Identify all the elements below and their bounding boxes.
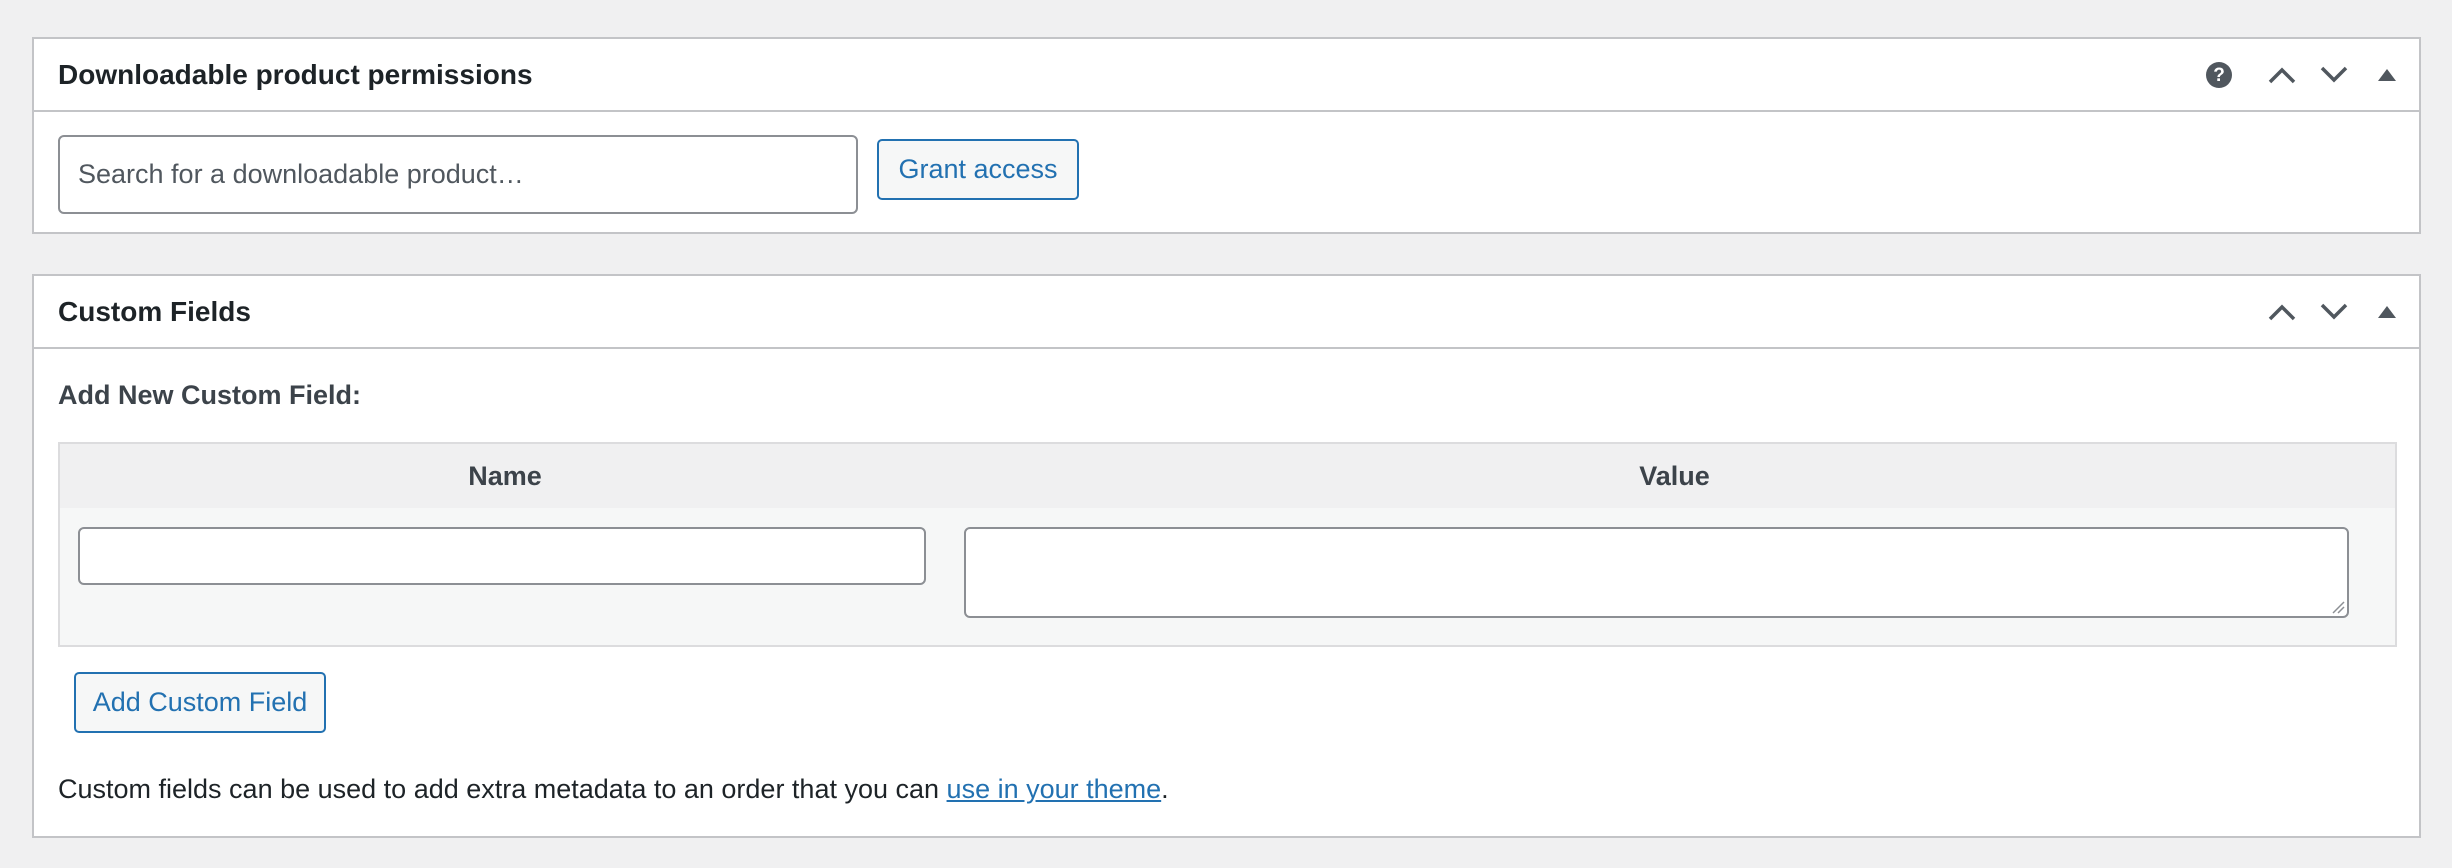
column-header-value: Value [1639, 461, 1710, 491]
resize-handle-icon[interactable] [2329, 598, 2345, 614]
custom-field-table-header: Name Value [60, 444, 2395, 508]
move-up-icon[interactable] [2264, 57, 2300, 93]
use-in-your-theme-link[interactable]: use in your theme [947, 774, 1162, 804]
help-icon[interactable]: ? [2201, 57, 2237, 93]
downloadable-permissions-box: Downloadable product permissions ? Grant… [32, 37, 2421, 234]
move-down-icon[interactable] [2316, 294, 2352, 330]
custom-field-table: Name Value [58, 442, 2397, 647]
custom-fields-header: Custom Fields [34, 276, 2419, 349]
custom-fields-box: Custom Fields Add New Custom Field: Name… [32, 274, 2421, 838]
move-down-icon[interactable] [2316, 57, 2352, 93]
downloadable-permissions-header: Downloadable product permissions ? [34, 39, 2419, 112]
collapse-toggle-icon[interactable] [2369, 294, 2405, 330]
column-header-name: Name [468, 461, 542, 491]
custom-field-value-textarea[interactable] [964, 527, 2349, 618]
grant-access-button[interactable]: Grant access [877, 139, 1079, 200]
custom-field-name-input[interactable] [78, 527, 926, 585]
add-new-custom-field-label: Add New Custom Field: [58, 380, 361, 410]
move-up-icon[interactable] [2264, 294, 2300, 330]
collapse-toggle-icon[interactable] [2369, 57, 2405, 93]
add-custom-field-button[interactable]: Add Custom Field [74, 672, 326, 733]
downloadable-permissions-title: Downloadable product permissions [58, 59, 533, 90]
custom-fields-title: Custom Fields [58, 296, 251, 327]
custom-fields-help-text: Custom fields can be used to add extra m… [58, 774, 1169, 804]
downloadable-product-search-input[interactable] [58, 135, 858, 214]
